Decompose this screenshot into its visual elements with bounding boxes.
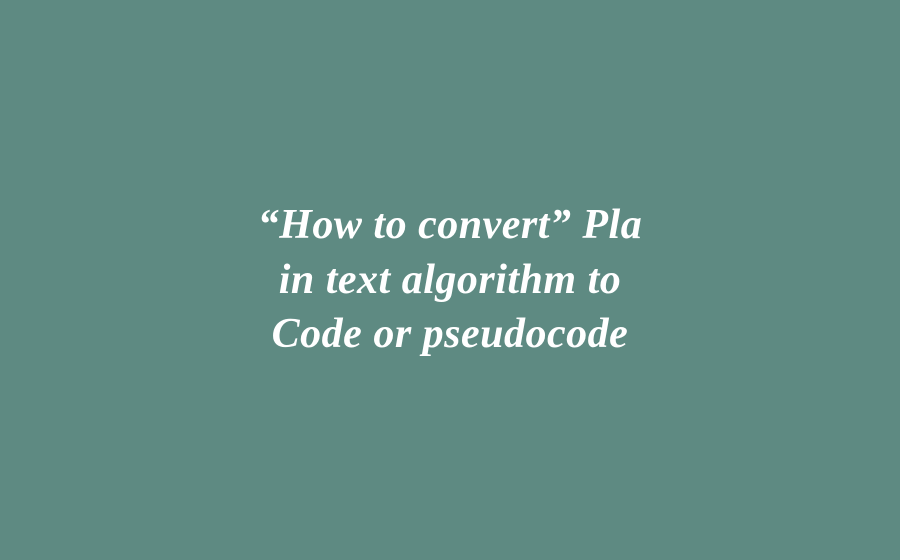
quote-line-2: in text algorithm to: [258, 253, 642, 308]
quote-text: “How to convert” Pla in text algorithm t…: [198, 198, 702, 362]
quote-line-1: “How to convert” Pla: [258, 198, 642, 253]
quote-line-3: Code or pseudocode: [258, 307, 642, 362]
